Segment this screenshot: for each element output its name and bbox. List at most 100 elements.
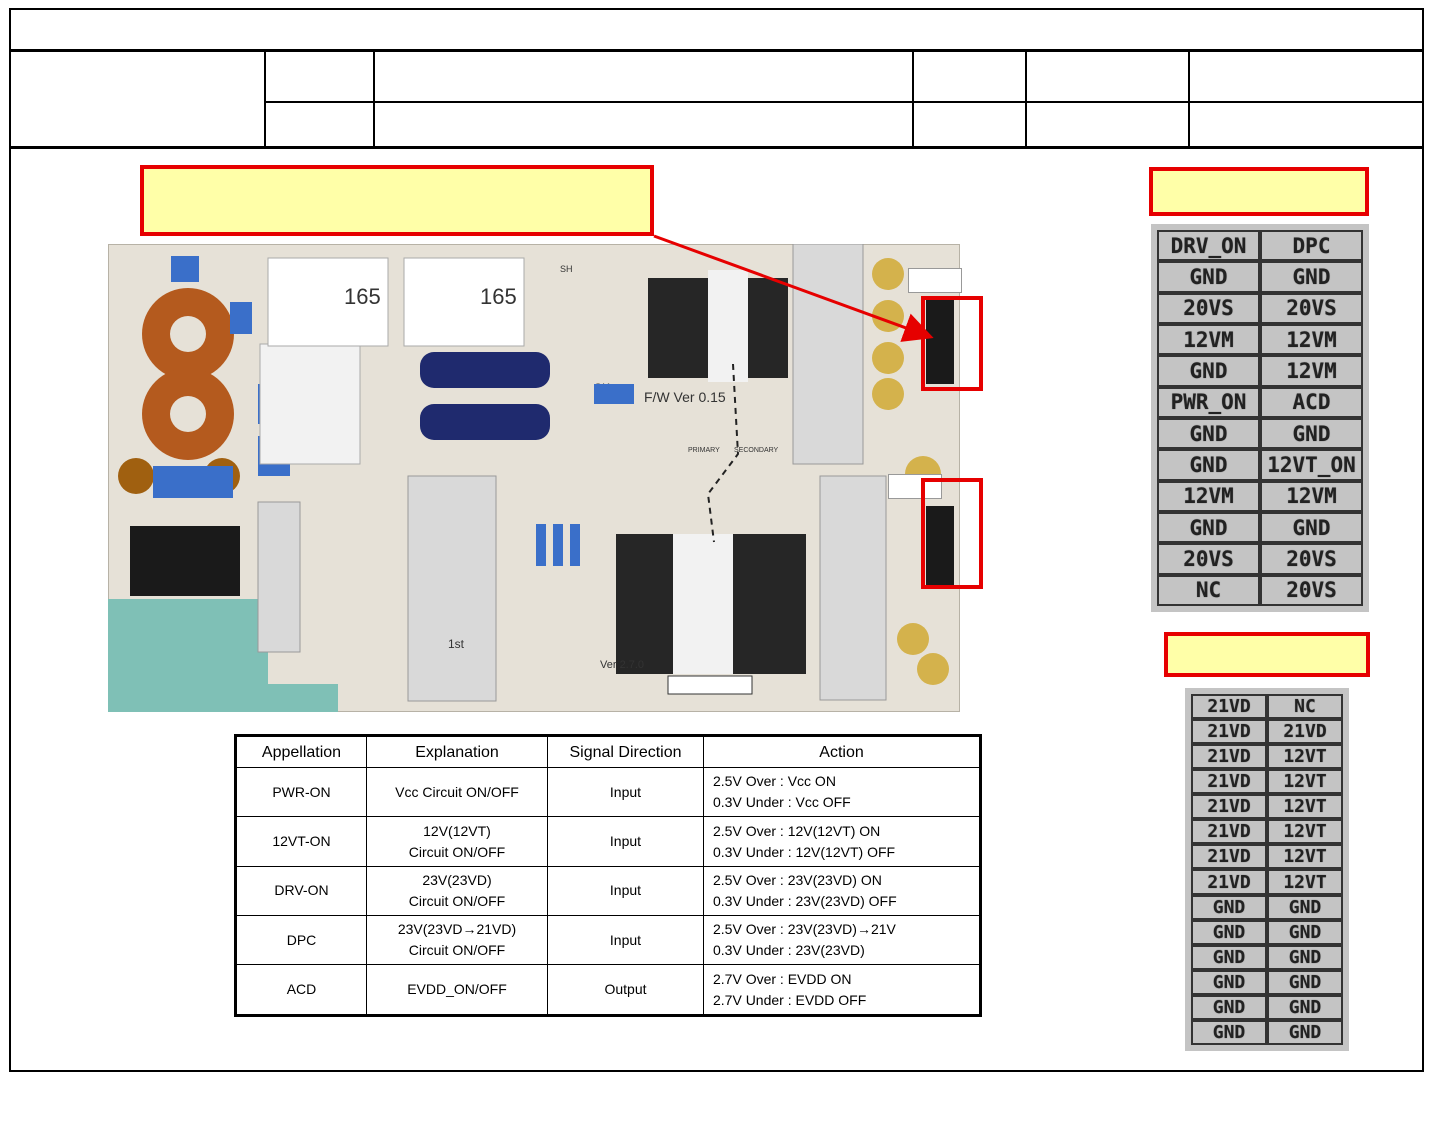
pin-label: GND (1191, 894, 1267, 920)
upper-connector-pinout: DRV_ON DPC GND GND 20VS 20VS 12VM 12VM GND 12VM PW… (1151, 224, 1369, 612)
table-row: 12VT-ON 12V(12VT) Circuit ON/OFF Input 2.… (235, 816, 981, 867)
header-divider (373, 51, 375, 149)
direction-cell: Input (547, 865, 704, 917)
action-cell: 2.5V Over : 12V(12VT) ON 0.3V Under : 12V… (703, 816, 981, 867)
primary-label: PRIMARY (688, 447, 720, 454)
signal-table: Appellation Explanation Signal Direction… (234, 734, 982, 1017)
table-row: ACD EVDD_ON/OFF Output 2.7V Over : EVDD … (235, 964, 981, 1016)
action-cell: 2.5V Over : 23V(23VD) ON 0.3V Under : 23V… (703, 865, 981, 917)
table-row: PWR-ON Vcc Circuit ON/OFF Input 2.5V Ove… (235, 766, 981, 818)
action-cell: 2.5V Over : Vcc ON 0.3V Under : Vcc OFF (703, 766, 981, 818)
pin-label: NC (1157, 574, 1260, 606)
appellation-cell: PWR-ON (235, 766, 367, 818)
pin-label: GND (1157, 261, 1260, 293)
appellation-cell: DRV-ON (235, 865, 367, 917)
header-divider (912, 51, 914, 149)
pin-label: GND (1191, 969, 1267, 995)
pin-label: 12VM (1157, 324, 1260, 356)
pin-label: 21VD (1191, 694, 1267, 720)
column-header: Appellation (235, 735, 367, 768)
pin-label: 20VS (1157, 543, 1260, 575)
pin-label: GND (1267, 994, 1343, 1020)
pin-label: 12VT (1267, 794, 1343, 820)
version-label: Ver 2.7.0 (600, 659, 644, 671)
pin-label: 21VD (1191, 794, 1267, 820)
table-header-row: Appellation Explanation Signal Direction… (235, 735, 981, 768)
pin-label: NC (1267, 694, 1343, 720)
pin-label: 20VS (1260, 292, 1363, 324)
appellation-cell: ACD (235, 964, 367, 1016)
pin-label: GND (1191, 919, 1267, 945)
column-header: Explanation (366, 735, 548, 768)
pin-label: GND (1267, 944, 1343, 970)
explanation-cell: Vcc Circuit ON/OFF (366, 766, 548, 818)
pin-label: 12VT (1267, 869, 1343, 895)
header-divider (264, 51, 266, 149)
pin-label: GND (1267, 919, 1343, 945)
column-header: Action (703, 735, 981, 768)
table-row: DRV-ON 23V(23VD) Circuit ON/OFF Input 2.5… (235, 865, 981, 917)
appellation-cell: DPC (235, 915, 367, 966)
action-cell: 2.5V Over : 23V(23VD)→21V 0.3V Under : 23… (703, 915, 981, 966)
pin-label: GND (1157, 355, 1260, 387)
direction-cell: Input (547, 816, 704, 867)
pin-label: DPC (1260, 230, 1363, 262)
pin-label: GND (1260, 512, 1363, 544)
pin-label: GND (1260, 418, 1363, 450)
pin-label: ACD (1260, 386, 1363, 418)
pin-label: 21VD (1191, 869, 1267, 895)
pin-label: 21VD (1191, 819, 1267, 845)
first-label: 1st (448, 637, 465, 651)
appellation-cell: 12VT-ON (235, 816, 367, 867)
pin-label: 20VS (1260, 574, 1363, 606)
pin-label: GND (1157, 512, 1260, 544)
direction-cell: Input (547, 915, 704, 966)
lower-connector-callout-box (1164, 632, 1370, 677)
upper-pin-grid: DRV_ON DPC GND GND 20VS 20VS 12VM 12VM GND 12VM PW… (1157, 230, 1363, 606)
pin-label: 21VD (1191, 769, 1267, 795)
header-grid (9, 51, 1424, 149)
pin-label: 21VD (1267, 719, 1343, 745)
pin-label: PWR_ON (1157, 386, 1260, 418)
transformer-label: 165 (480, 284, 517, 309)
pin-label: 20VS (1157, 292, 1260, 324)
pin-label: 20VS (1260, 543, 1363, 575)
lower-pin-grid: 21VD NC 21VD 21VD 21VD 12VT 21VD 12VT 21VD 12VT 21… (1191, 694, 1343, 1045)
explanation-cell: 23V(23VD) Circuit ON/OFF (366, 865, 548, 917)
table-row: DPC 23V(23VD→21VD) Circuit ON/OFF Input 2… (235, 915, 981, 966)
fw-label: F/W Ver 0.15 (644, 389, 726, 405)
connector-tag (908, 268, 962, 293)
direction-cell: Input (547, 766, 704, 818)
pin-label: 12VM (1260, 480, 1363, 512)
pin-label: 12VM (1260, 324, 1363, 356)
action-cell: 2.7V Over : EVDD ON 2.7V Under : EVDD OFF (703, 964, 981, 1016)
pin-label: 12VT (1267, 769, 1343, 795)
board-callout-box (140, 165, 654, 236)
pin-label: 12VM (1260, 355, 1363, 387)
pin-label: GND (1191, 994, 1267, 1020)
direction-cell: Output (547, 964, 704, 1016)
header-divider (1188, 51, 1190, 149)
pin-label: GND (1157, 449, 1260, 481)
pin-label: GND (1191, 1019, 1267, 1045)
pin-label: 12VT_ON (1260, 449, 1363, 481)
pin-label: GND (1191, 944, 1267, 970)
secondary-label: SECONDARY (734, 447, 779, 454)
header-row-divider (264, 101, 1424, 103)
pin-label: 12VT (1267, 819, 1343, 845)
pin-label: 21VD (1191, 844, 1267, 870)
power-board-photo: 165 165 F/W Ver 0.15 Ver 2.7.0 1st SECON… (108, 244, 960, 712)
pin-label: 12VT (1267, 844, 1343, 870)
transformer-label: 165 (344, 284, 381, 309)
pin-label: GND (1267, 1019, 1343, 1045)
pin-label: 12VT (1267, 744, 1343, 770)
sh-label: SH (560, 264, 573, 274)
pin-label: 12VM (1157, 480, 1260, 512)
pin-label: GND (1267, 894, 1343, 920)
column-header: Signal Direction (547, 735, 704, 768)
lower-connector-pinout: 21VD NC 21VD 21VD 21VD 12VT 21VD 12VT 21VD 12VT 21… (1185, 688, 1349, 1051)
pin-label: GND (1260, 261, 1363, 293)
header-divider (1025, 51, 1027, 149)
title-bar (9, 8, 1424, 52)
pin-label: 21VD (1191, 744, 1267, 770)
